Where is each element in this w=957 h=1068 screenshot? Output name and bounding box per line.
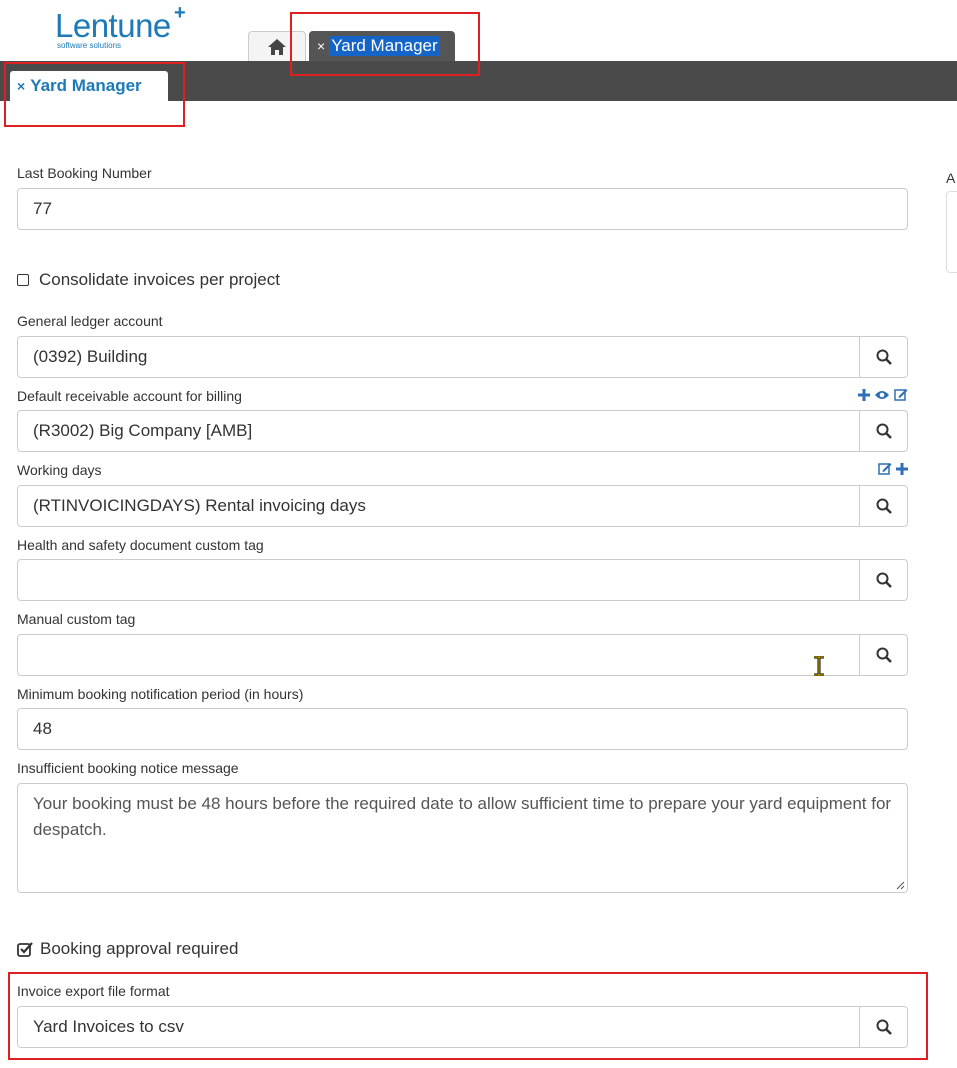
receivable-value[interactable]: (R3002) Big Company [AMB] (18, 411, 859, 451)
hs-tag-label: Health and safety document custom tag (17, 537, 264, 553)
working-days-value[interactable]: (RTINVOICINGDAYS) Rental invoicing days (18, 486, 859, 526)
consolidate-label: Consolidate invoices per project (39, 270, 280, 289)
text-cursor-icon (814, 656, 824, 676)
logo-name: Lentune (55, 7, 171, 44)
manual-tag-search-button[interactable] (859, 635, 907, 675)
plus-icon[interactable] (896, 462, 908, 475)
approval-row[interactable]: Booking approval required (17, 939, 238, 959)
manual-tag-value[interactable] (18, 635, 859, 675)
min-notice-label: Minimum booking notification period (in … (17, 686, 304, 702)
search-icon (876, 572, 892, 588)
edit-icon[interactable] (878, 462, 892, 475)
search-icon (876, 647, 892, 663)
notice-message-text: Your booking must be 48 hours before the… (33, 794, 892, 839)
export-format-search-button[interactable] (859, 1007, 907, 1047)
hs-tag-search-button[interactable] (859, 560, 907, 600)
resize-handle-icon[interactable] (895, 880, 905, 890)
highlight-box-subtab (4, 62, 185, 127)
right-panel-label: A (946, 170, 956, 186)
manual-tag-label: Manual custom tag (17, 611, 136, 627)
plus-icon[interactable] (858, 388, 870, 401)
receivable-search-button[interactable] (859, 411, 907, 451)
eye-icon[interactable] (874, 389, 890, 401)
working-days-actions (878, 462, 908, 475)
right-panel-box (946, 191, 957, 273)
approval-label: Booking approval required (40, 939, 239, 958)
search-icon (876, 1019, 892, 1035)
min-notice-input[interactable]: 48 (17, 708, 908, 750)
consolidate-row[interactable]: Consolidate invoices per project (17, 270, 280, 290)
gl-account-label: General ledger account (17, 313, 163, 329)
lentune-logo: Lentune + software solutions (55, 2, 186, 50)
search-icon (876, 498, 892, 514)
working-days-field[interactable]: (RTINVOICINGDAYS) Rental invoicing days (17, 485, 908, 527)
working-days-search-button[interactable] (859, 486, 907, 526)
manual-tag-field[interactable] (17, 634, 908, 676)
highlight-box-top-tab (290, 12, 480, 76)
receivable-actions (858, 388, 908, 401)
last-booking-number-label: Last Booking Number (17, 165, 152, 181)
search-icon (876, 423, 892, 439)
receivable-field[interactable]: (R3002) Big Company [AMB] (17, 410, 908, 452)
home-icon (268, 38, 286, 55)
export-format-field[interactable]: Yard Invoices to csv (17, 1006, 908, 1048)
receivable-label: Default receivable account for billing (17, 388, 242, 404)
export-format-label: Invoice export file format (17, 983, 170, 999)
export-format-value[interactable]: Yard Invoices to csv (18, 1007, 859, 1047)
edit-icon[interactable] (894, 388, 908, 401)
gl-account-value[interactable]: (0392) Building (18, 337, 859, 377)
working-days-label: Working days (17, 462, 102, 478)
search-icon (876, 349, 892, 365)
checkbox-checked-icon[interactable] (17, 941, 33, 957)
last-booking-number-input[interactable]: 77 (17, 188, 908, 230)
notice-message-textarea[interactable]: Your booking must be 48 hours before the… (17, 783, 908, 893)
hs-tag-value[interactable] (18, 560, 859, 600)
gl-account-search-button[interactable] (859, 337, 907, 377)
gl-account-field[interactable]: (0392) Building (17, 336, 908, 378)
hs-tag-field[interactable] (17, 559, 908, 601)
notice-message-label: Insufficient booking notice message (17, 760, 239, 776)
logo-plus-icon: + (174, 2, 186, 24)
consolidate-checkbox[interactable] (17, 274, 29, 286)
